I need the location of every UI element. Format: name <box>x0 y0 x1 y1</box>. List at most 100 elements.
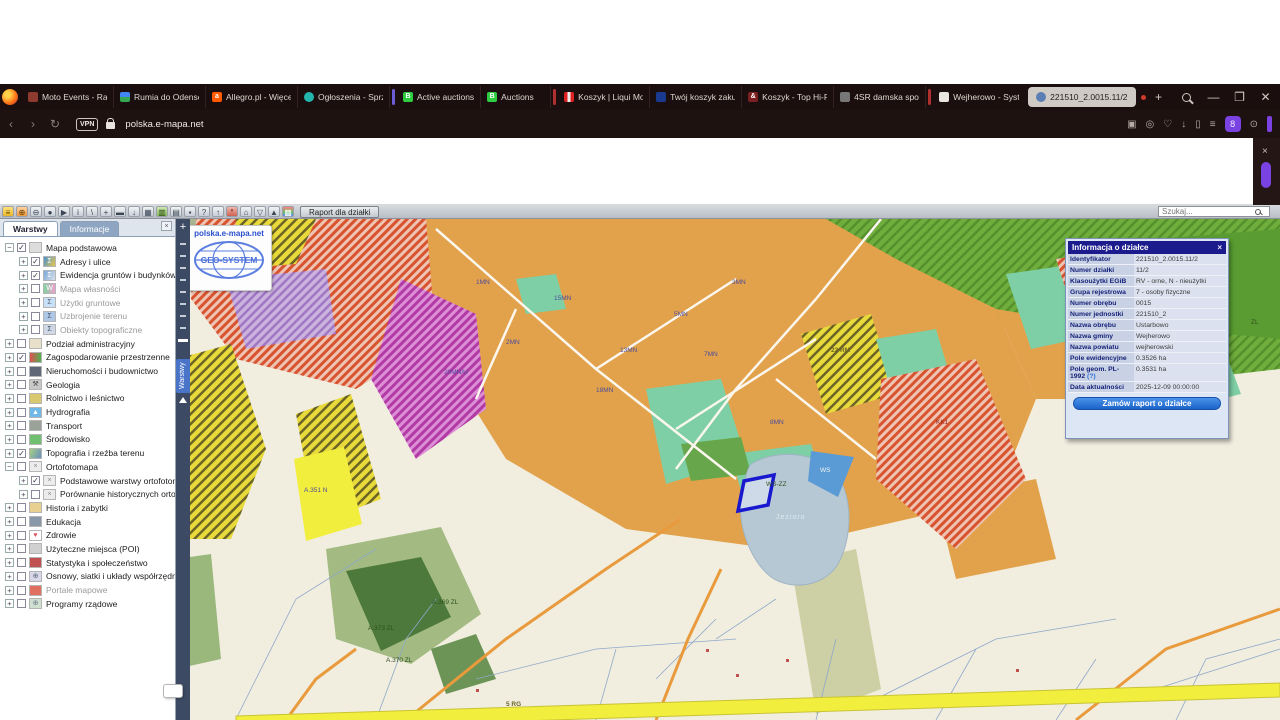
map-search-input[interactable] <box>1159 207 1255 216</box>
map-search-box[interactable] <box>1158 206 1270 217</box>
url-text[interactable]: polska.e-mapa.net <box>125 119 203 130</box>
zoom-tick[interactable] <box>180 291 186 293</box>
expand-toggle[interactable]: + <box>5 585 14 595</box>
expand-toggle[interactable]: + <box>19 270 28 280</box>
expand-toggle[interactable]: + <box>5 503 14 513</box>
expand-toggle[interactable]: + <box>5 407 14 417</box>
layer-checkbox[interactable] <box>31 298 40 308</box>
zoom-tick[interactable] <box>180 255 186 257</box>
browser-tab[interactable]: Moto Events - Race <box>22 86 114 108</box>
expand-toggle[interactable]: − <box>5 243 14 253</box>
expand-toggle[interactable]: + <box>19 489 28 499</box>
expand-toggle[interactable]: + <box>5 434 14 444</box>
keys-icon[interactable]: ° <box>226 206 238 217</box>
crosshair-icon[interactable]: ▦ <box>142 206 154 217</box>
layer-row[interactable]: + Σ Uzbrojenie terenu <box>0 309 175 323</box>
browser-tab[interactable]: a Allegro.pl - Więcej <box>206 86 298 108</box>
expand-toggle[interactable]: + <box>5 421 14 431</box>
measure-area-icon[interactable]: + <box>100 206 112 217</box>
measure-line-icon[interactable]: \ <box>86 206 98 217</box>
layer-row[interactable]: + Podział administracyjny <box>0 337 175 351</box>
layer-checkbox[interactable] <box>17 530 26 540</box>
report-parcel-button[interactable]: Raport dla działki <box>300 205 380 218</box>
expand-toggle[interactable]: + <box>5 599 14 609</box>
minimize-button[interactable]: — <box>1201 90 1227 104</box>
layer-row[interactable]: + Edukacja <box>0 515 175 529</box>
help-link[interactable]: (?) <box>1087 373 1096 380</box>
layer-row[interactable]: + ⊕ Programy rządowe <box>0 597 175 611</box>
zoom-slider-handle[interactable] <box>178 339 188 342</box>
layer-checkbox[interactable] <box>31 311 40 321</box>
browser-tab[interactable]: B Active auctions <box>397 86 482 108</box>
layer-checkbox[interactable] <box>31 325 40 335</box>
tab-search-icon[interactable] <box>1181 92 1191 102</box>
order-report-button[interactable]: Zamów raport o działce <box>1073 397 1221 410</box>
expand-toggle[interactable]: + <box>5 380 14 390</box>
download-map-icon[interactable]: ↓ <box>128 206 140 217</box>
layer-checkbox[interactable] <box>31 284 40 294</box>
layer-row[interactable]: + ✓ Zagospodarowanie przestrzenne <box>0 351 175 365</box>
browser-tab[interactable]: B Auctions <box>481 86 552 108</box>
layer-checkbox[interactable]: ✓ <box>17 243 26 253</box>
restore-button[interactable]: ❐ <box>1227 90 1253 104</box>
comment-icon[interactable]: ▪ <box>184 206 196 217</box>
panel-header[interactable]: Informacja o działce × <box>1068 241 1226 254</box>
container-icon[interactable]: ◎ <box>1146 119 1155 130</box>
expand-toggle[interactable]: + <box>5 448 14 458</box>
layer-row[interactable]: + ✓ Σ Ewidencja gruntów i budynków <box>0 268 175 282</box>
layer-row[interactable]: + Σ Obiekty topograficzne <box>0 323 175 337</box>
layer-checkbox[interactable] <box>17 503 26 513</box>
new-tab-button[interactable]: + <box>1146 90 1172 104</box>
panel-purple-pill[interactable] <box>1261 162 1271 188</box>
bookmark-heart-icon[interactable]: ♡ <box>1163 119 1172 130</box>
layer-checkbox[interactable] <box>17 366 26 376</box>
account-icon[interactable]: 8 <box>1224 116 1241 132</box>
layers-collapse-tab[interactable]: Warstwy <box>176 359 190 393</box>
expand-toggle[interactable]: + <box>5 352 14 362</box>
street-icon[interactable]: ▬ <box>114 206 126 217</box>
browser-tab-active[interactable]: 221510_2.0015.11/2 <box>1028 87 1136 107</box>
expand-toggle[interactable]: + <box>5 339 14 349</box>
layer-row[interactable]: + ✓ Σ Adresy i ulice <box>0 255 175 269</box>
layer-checkbox[interactable] <box>17 421 26 431</box>
zoom-tick[interactable] <box>180 279 186 281</box>
layer-checkbox[interactable] <box>31 489 40 499</box>
layer-checkbox[interactable] <box>17 339 26 349</box>
layer-row[interactable]: + ▲ Hydrografia <box>0 405 175 419</box>
layer-checkbox[interactable]: ✓ <box>31 257 40 267</box>
layer-row[interactable]: − × Ortofotomapa <box>0 460 175 474</box>
layer-checkbox[interactable]: ✓ <box>17 448 26 458</box>
info-icon[interactable]: i <box>72 206 84 217</box>
search-icon[interactable] <box>1255 208 1261 215</box>
expand-toggle[interactable]: + <box>5 530 14 540</box>
layer-row[interactable]: + Statystyka i społeczeństwo <box>0 556 175 570</box>
expand-toggle[interactable]: + <box>19 311 28 321</box>
expand-toggle[interactable]: − <box>5 462 14 472</box>
browser-tab[interactable]: 4SR damska sporto <box>834 86 927 108</box>
layer-row[interactable]: + Nieruchomości i budownictwo <box>0 364 175 378</box>
layer-checkbox[interactable]: ✓ <box>17 352 26 362</box>
expand-toggle[interactable]: + <box>19 298 28 308</box>
vpn-badge[interactable]: VPN <box>76 117 99 131</box>
forward-icon[interactable]: › <box>22 117 44 131</box>
sidebar-panel-icon[interactable]: ▯ <box>1195 119 1201 130</box>
layer-checkbox[interactable]: ✓ <box>31 270 40 280</box>
tab-informacje[interactable]: Informacje <box>59 221 120 236</box>
map-zoom-strip[interactable]: + <box>176 219 190 720</box>
layer-row[interactable]: + Transport <box>0 419 175 433</box>
layer-row[interactable]: + Użyteczne miejsca (POI) <box>0 542 175 556</box>
layer-row[interactable]: + ✓ Topografia i rzeźba terenu <box>0 446 175 460</box>
zoom-in-control[interactable]: + <box>176 221 190 233</box>
reload-icon[interactable]: ↻ <box>44 117 66 131</box>
zoom-tick[interactable] <box>180 303 186 305</box>
help-icon[interactable]: ? <box>198 206 210 217</box>
firefox-logo-icon[interactable] <box>2 89 18 105</box>
layer-checkbox[interactable]: ✓ <box>31 476 40 486</box>
zoom-tick[interactable] <box>180 315 186 317</box>
layer-row[interactable]: + W Mapa własności <box>0 282 175 296</box>
extensions-icon[interactable]: ⊙ <box>1250 119 1258 130</box>
pointer-icon[interactable]: ▶ <box>58 206 70 217</box>
zoom-out-icon[interactable]: ⊖ <box>30 206 42 217</box>
table-icon[interactable]: ▥ <box>156 206 168 217</box>
download-icon[interactable]: ↓ <box>1181 119 1186 130</box>
